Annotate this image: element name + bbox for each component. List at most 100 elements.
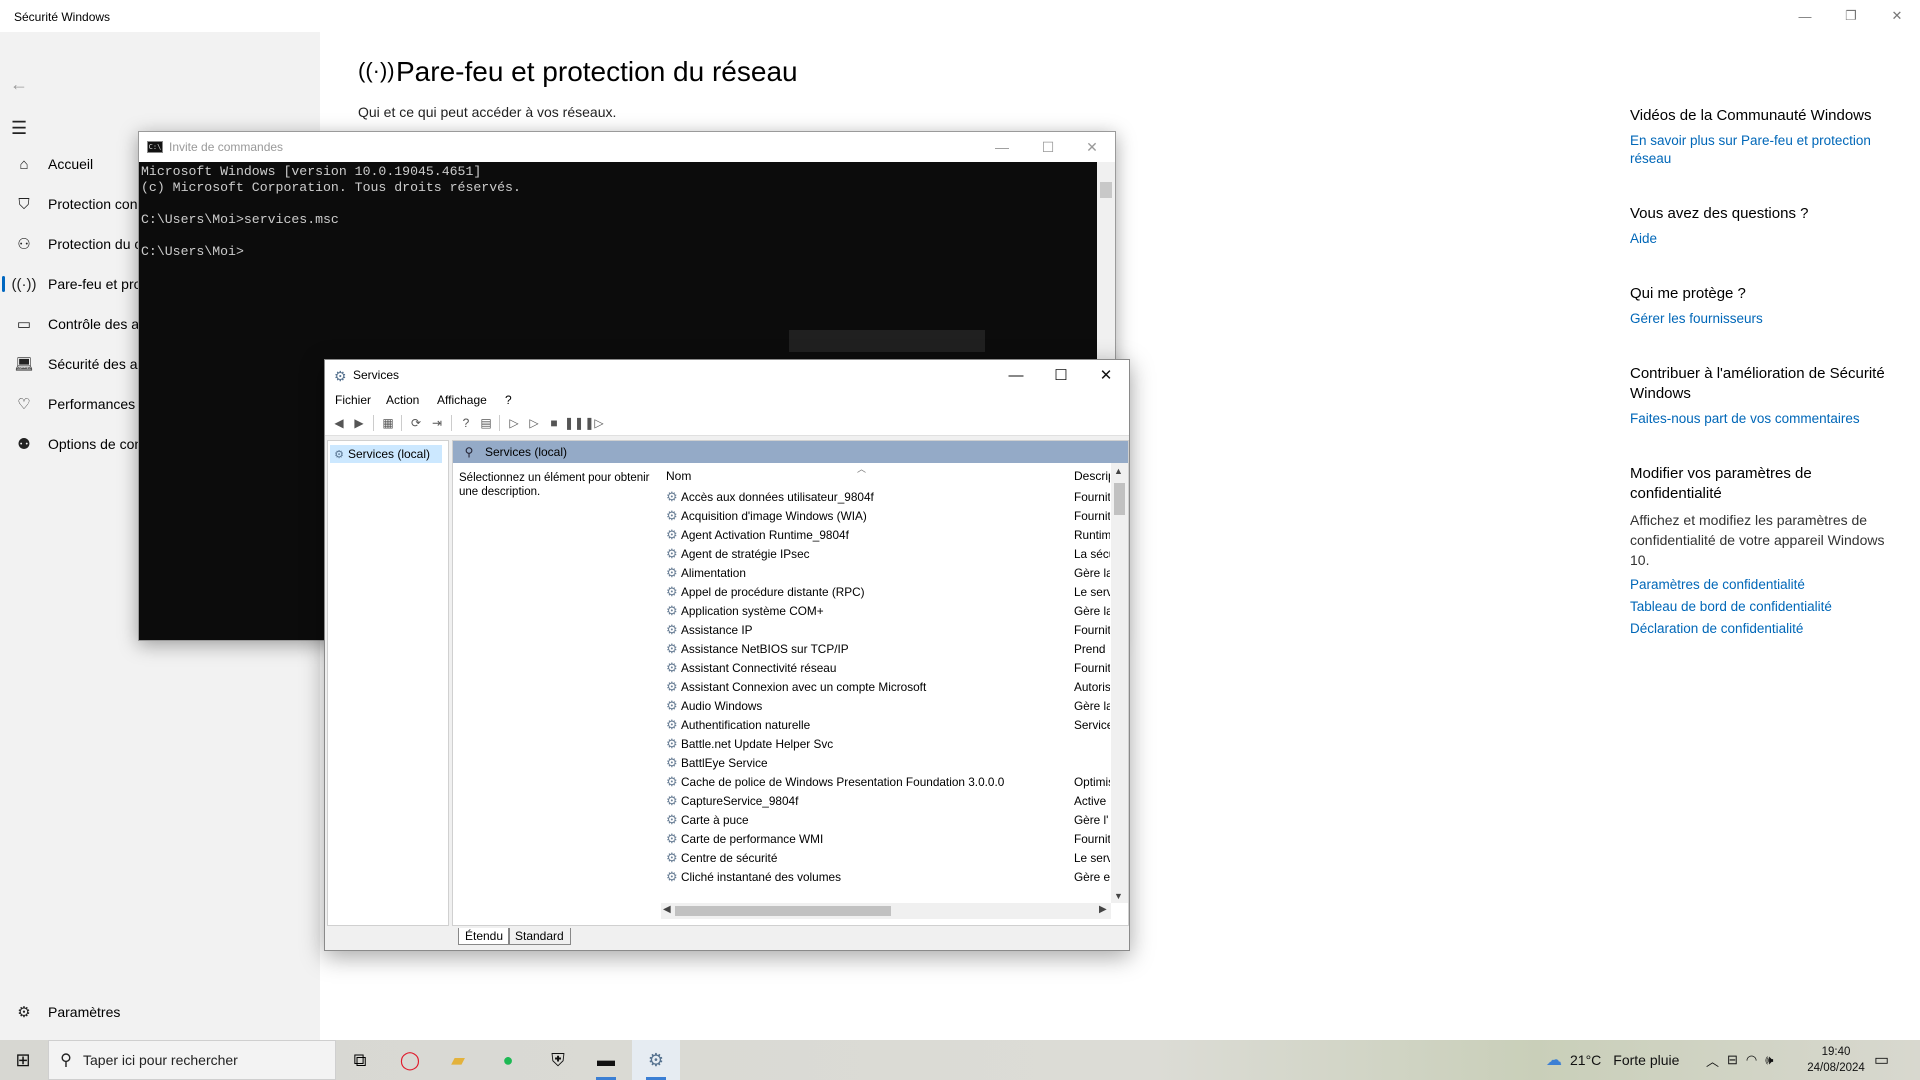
scroll-left-arrow-icon[interactable]: ◀ bbox=[663, 904, 671, 915]
table-row[interactable]: ⚙Agent de stratégie IPsec La sécurité bbox=[661, 545, 1111, 564]
service-description-cell: Fournit bbox=[1074, 509, 1110, 523]
column-header-row: ︿ Nom Description bbox=[661, 463, 1111, 485]
properties-icon[interactable]: ▤ bbox=[477, 414, 495, 432]
opera-icon[interactable]: ◯ bbox=[386, 1040, 434, 1080]
minimize-button[interactable]: — bbox=[979, 132, 1025, 162]
minimize-button[interactable]: — bbox=[1782, 0, 1828, 32]
sidebar-item-settings[interactable]: ⚙ Paramètres bbox=[0, 992, 320, 1032]
taskbar-search[interactable]: ⚲ Taper ici pour rechercher bbox=[48, 1040, 336, 1080]
table-row[interactable]: ⚙ Acquisition d'image Windows (WIA) Fourni… bbox=[661, 507, 1111, 526]
menu-fichier[interactable]: Fichier bbox=[335, 393, 371, 407]
start-service-icon[interactable]: ▷ bbox=[505, 414, 523, 432]
privacy-settings-link[interactable]: Paramètres de confidentialité bbox=[1630, 576, 1890, 594]
table-row[interactable]: ⚙ Assistant Connexion avec un compte Micr… bbox=[661, 678, 1111, 697]
column-header-description[interactable]: Description bbox=[1074, 469, 1110, 483]
forward-arrow-icon[interactable]: ▶ bbox=[350, 414, 368, 432]
minimize-button[interactable]: — bbox=[993, 360, 1039, 390]
start-button[interactable]: ⊞ bbox=[0, 1040, 46, 1080]
services-titlebar[interactable]: ⚙ Services — ☐ ✕ bbox=[325, 360, 1129, 390]
table-row[interactable]: ⚙ BattlEye Service bbox=[661, 754, 1111, 773]
table-row[interactable]: ⚙ CaptureService_9804f Active bbox=[661, 792, 1111, 811]
spotify-icon[interactable]: ● bbox=[484, 1040, 532, 1080]
table-row[interactable]: ⚙Centre de sécurité Le service bbox=[661, 849, 1111, 868]
table-row[interactable]: ⚙ Accès aux données utilisateur_9804f Four… bbox=[661, 488, 1111, 507]
table-row[interactable]: ⚙ Assistance NetBIOS sur TCP/IP Prend bbox=[661, 640, 1111, 659]
command-prompt-icon[interactable]: ▬ bbox=[582, 1040, 630, 1080]
column-header-name[interactable]: Nom bbox=[666, 469, 691, 483]
table-row[interactable]: ⚙ Appel de procédure distante (RPC) Le ser… bbox=[661, 583, 1111, 602]
services-app-icon[interactable]: ⚙ bbox=[632, 1040, 680, 1080]
task-view-icon[interactable]: ⧉ bbox=[336, 1040, 384, 1080]
table-row[interactable]: ⚙ Authentification naturelle Service bbox=[661, 716, 1111, 735]
wifi-icon[interactable]: ◠ bbox=[1746, 1052, 1757, 1068]
horizontal-scrollbar[interactable]: ◀ ▶ bbox=[661, 903, 1111, 919]
chevron-up-icon[interactable]: ︿ bbox=[1706, 1051, 1719, 1070]
close-button[interactable]: ✕ bbox=[1874, 0, 1920, 32]
help-book-icon[interactable]: ? bbox=[457, 414, 475, 432]
maximize-button[interactable]: ☐ bbox=[1025, 132, 1071, 162]
help-link[interactable]: Aide bbox=[1630, 230, 1890, 248]
close-button[interactable]: ✕ bbox=[1083, 360, 1129, 390]
table-row[interactable]: ⚙ Carte à puce Gère l' bbox=[661, 811, 1111, 830]
date: 24/08/2024 bbox=[1807, 1062, 1865, 1074]
console-tree: ⚙ Services (local) bbox=[327, 440, 449, 926]
stop-service-icon[interactable]: ■ bbox=[545, 414, 563, 432]
start-service-alt-icon[interactable]: ▷ bbox=[525, 414, 543, 432]
learn-more-link[interactable]: En savoir plus sur Pare-feu et protectio… bbox=[1630, 132, 1890, 168]
cmd-ghost-overlay bbox=[789, 330, 985, 352]
toolbar: ◀ ▶ ▦ ⟳ ⇥ ? ▤ ▷ ▷ ■ ❚❚ ❚▷ bbox=[325, 410, 1129, 436]
console-tree-icon[interactable]: ▦ bbox=[379, 414, 397, 432]
notification-icon[interactable]: ▭ bbox=[1874, 1050, 1889, 1070]
sidebar-item-label: Protection con bbox=[48, 196, 138, 212]
maximize-button[interactable]: ☐ bbox=[1038, 360, 1084, 390]
table-row[interactable]: ⚙ Application système COM+ Gère la bbox=[661, 602, 1111, 621]
network-adapter-icon[interactable]: ⊟ bbox=[1727, 1052, 1738, 1068]
menu-affichage[interactable]: Affichage bbox=[437, 393, 487, 407]
refresh-icon[interactable]: ⟳ bbox=[407, 414, 425, 432]
privacy-statement-link[interactable]: Déclaration de confidentialité bbox=[1630, 620, 1890, 638]
service-description-cell: Gère l' bbox=[1074, 813, 1109, 827]
table-row[interactable]: ⚙ Assistance IP Fournit bbox=[661, 621, 1111, 640]
restart-service-icon[interactable]: ❚▷ bbox=[584, 414, 603, 432]
export-icon[interactable]: ⇥ bbox=[428, 414, 446, 432]
pause-service-icon[interactable]: ❚❚ bbox=[564, 414, 584, 432]
scroll-up-arrow-icon[interactable]: ▲ bbox=[1114, 466, 1123, 476]
scroll-right-arrow-icon[interactable]: ▶ bbox=[1099, 904, 1107, 915]
volume-icon[interactable]: 🕪︎ bbox=[1765, 1052, 1773, 1068]
tab-standard[interactable]: Standard bbox=[508, 928, 571, 945]
services-window[interactable]: ⚙ Services — ☐ ✕ Fichier Action Affichag… bbox=[324, 359, 1130, 951]
back-arrow-icon[interactable]: ◀ bbox=[330, 414, 348, 432]
close-button[interactable]: ✕ bbox=[1069, 132, 1115, 162]
table-row[interactable]: ⚙ Audio Windows Gère la bbox=[661, 697, 1111, 716]
horizontal-scrollbar-thumb[interactable] bbox=[675, 906, 891, 916]
table-row[interactable]: ⚙ Cache de police de Windows Presentation… bbox=[661, 773, 1111, 792]
clock[interactable]: 19:40 24/08/2024 bbox=[1806, 1044, 1866, 1076]
vertical-scrollbar[interactable]: ▲ ▼ bbox=[1111, 463, 1128, 903]
menu-action[interactable]: Action bbox=[386, 393, 419, 407]
table-row[interactable]: ⚙ Carte de performance WMI Fournit bbox=[661, 830, 1111, 849]
table-row[interactable]: ⚙ Alimentation Gère la bbox=[661, 564, 1111, 583]
hamburger-menu-icon[interactable]: ☰ bbox=[11, 118, 27, 139]
feedback-link[interactable]: Faites-nous part de vos commentaires bbox=[1630, 410, 1890, 428]
table-row[interactable]: ⚙ Cliché instantané des volumes Gère et bbox=[661, 868, 1111, 887]
table-row[interactable]: ⚙ Assistant Connectivité réseau Fournit bbox=[661, 659, 1111, 678]
windows-security-icon[interactable]: ⛨ bbox=[534, 1040, 582, 1080]
file-explorer-icon[interactable]: ▰ bbox=[434, 1040, 482, 1080]
service-description-cell: Le service bbox=[1074, 851, 1110, 865]
family-icon: ⚉ bbox=[17, 436, 31, 453]
tree-item-services-local[interactable]: ⚙ Services (local) bbox=[330, 445, 442, 463]
back-arrow-icon[interactable]: ← bbox=[10, 74, 28, 95]
questions-section: Vous avez des questions ? Aide bbox=[1630, 204, 1890, 248]
table-row[interactable]: ⚙ Battle.net Update Helper Svc bbox=[661, 735, 1111, 754]
restore-button[interactable]: ❐ bbox=[1828, 0, 1874, 32]
menu-help[interactable]: ? bbox=[505, 393, 512, 407]
manage-providers-link[interactable]: Gérer les fournisseurs bbox=[1630, 310, 1890, 328]
cmd-scrollbar-thumb[interactable] bbox=[1100, 182, 1112, 198]
tab-extended[interactable]: Étendu bbox=[458, 928, 511, 945]
cmd-titlebar[interactable]: C:\ Invite de commandes — ☐ ✕ bbox=[139, 132, 1115, 162]
privacy-dashboard-link[interactable]: Tableau de bord de confidentialité bbox=[1630, 598, 1890, 616]
table-row[interactable]: ⚙Agent Activation Runtime_9804f Runtime bbox=[661, 526, 1111, 545]
weather-widget[interactable]: ☁ 21°C Forte pluie bbox=[1546, 1040, 1679, 1080]
scroll-down-arrow-icon[interactable]: ▼ bbox=[1114, 891, 1123, 901]
vertical-scrollbar-thumb[interactable] bbox=[1114, 483, 1125, 515]
